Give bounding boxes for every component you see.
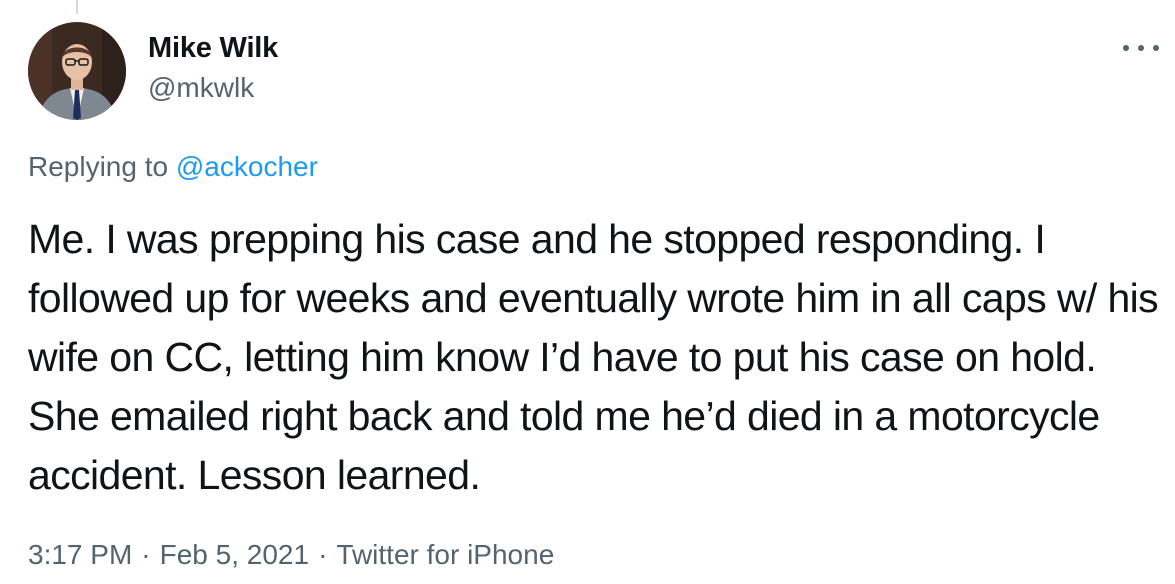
separator-dot: · [318,539,328,570]
author-handle[interactable]: @mkwlk [148,72,254,104]
avatar[interactable] [28,22,126,120]
tweet-time: 3:17 PM [28,539,133,570]
tweet-date: Feb 5, 2021 [159,539,310,570]
replying-to-line: Replying to @ackocher [28,151,318,183]
more-horizontal-icon-dot [1153,45,1159,51]
tweet-timestamp-link[interactable]: 3:17 PM · Feb 5, 2021 [28,539,309,570]
avatar-image [28,22,126,120]
more-horizontal-icon-dot [1138,45,1144,51]
tweet-source-link[interactable]: Twitter for iPhone [336,539,554,570]
separator-dot: · [141,539,151,570]
replying-to-mention-link[interactable]: @ackocher [176,151,318,182]
tweet-metadata: 3:17 PM · Feb 5, 2021 · Twitter for iPhone [28,539,554,571]
tweet-text: Me. I was prepping his case and he stopp… [28,216,1159,498]
thread-connector-line [76,0,78,14]
replying-to-label: Replying to [28,151,169,182]
more-horizontal-icon [1123,45,1129,51]
author-name[interactable]: Mike Wilk [148,32,278,65]
more-options-button[interactable] [1123,36,1159,60]
